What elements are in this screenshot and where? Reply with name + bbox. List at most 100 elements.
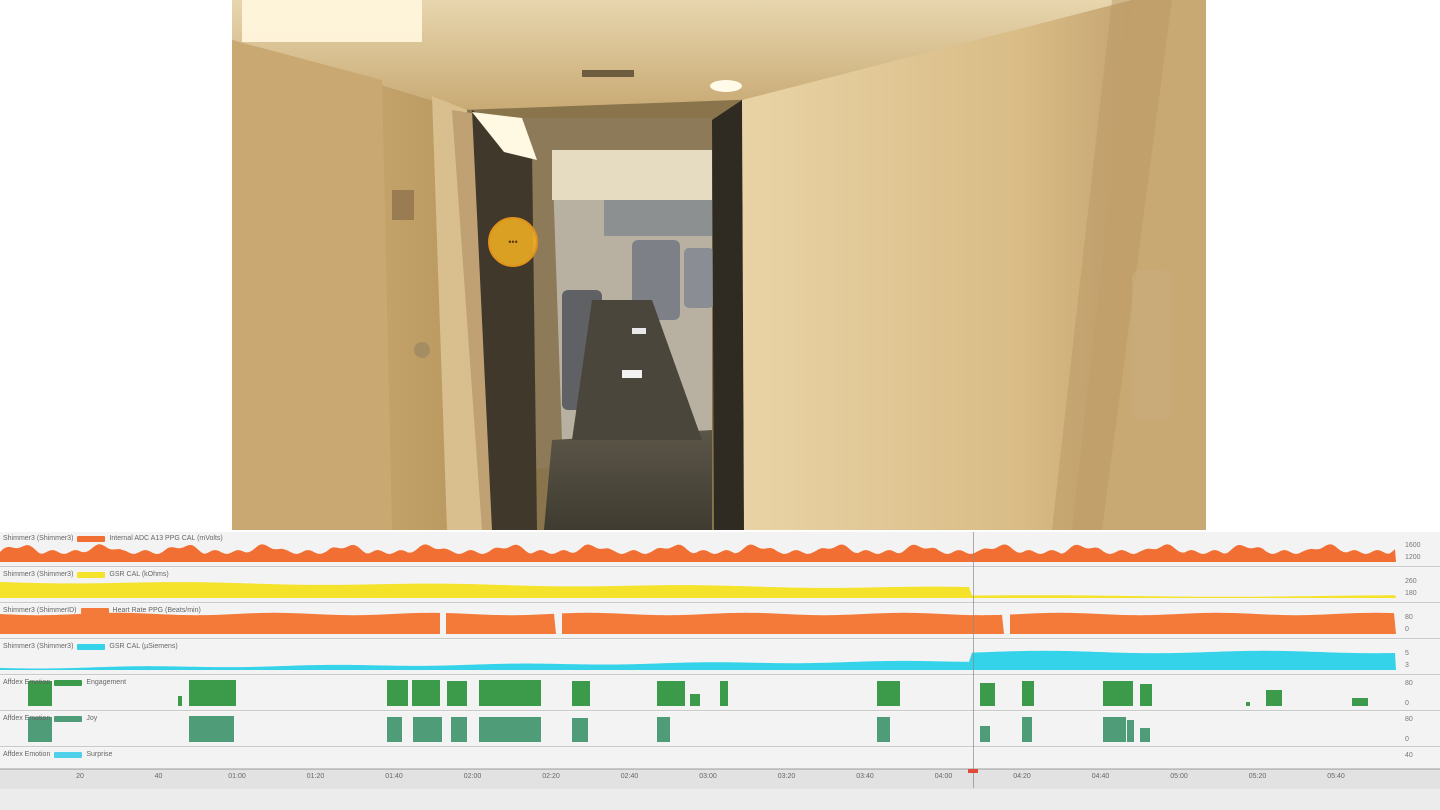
waveform-area [0,582,1396,598]
timeline-scrollbar[interactable] [0,789,1440,810]
emotion-bar [1022,681,1034,706]
scale-bottom: 180 [1405,590,1417,597]
emotion-bar [479,680,541,706]
track-series: Joy [86,715,98,722]
track-series: Heart Rate PPG (Beats/min) [112,607,201,614]
ruler-tick: 40 [154,773,163,780]
emotion-bar [1266,690,1282,706]
scale-top: 260 [1405,578,1417,585]
scale-bottom: 1200 [1405,554,1421,561]
emotion-bar [189,716,234,742]
track-series: Surprise [86,751,113,758]
emotion-bar [412,680,440,706]
emotion-bar [1140,684,1152,706]
track-device: Affdex Emotion [3,751,51,758]
waveform-area [562,612,1004,634]
video-frame[interactable]: ••• [232,0,1206,530]
scale-top: 80 [1405,680,1413,687]
ruler-tick: 05:00 [1170,773,1188,780]
track-label: Shimmer3 (Shimmer3) Internal ADC A13 PPG… [3,535,223,542]
waveform-area [1010,612,1396,634]
track-series: GSR CAL (µSiemens) [109,643,178,650]
track-label: Affdex Emotion Surprise [3,751,112,758]
time-ruler[interactable]: 20 40 01:00 01:20 01:40 02:00 02:20 02:40 03:00 0… [0,769,1440,790]
scale-bottom: 0 [1405,700,1409,707]
series-swatch [80,607,109,614]
emotion-bar [387,680,408,706]
track-device: Shimmer3 (Shimmer3) [3,643,74,650]
emotion-bar [447,681,467,706]
scale-top: 5 [1405,650,1409,657]
track-device: Shimmer3 (ShimmerID) [3,607,77,614]
scale-bottom: 0 [1405,736,1409,743]
scale-top: 80 [1405,716,1413,723]
emotion-bar [451,717,467,742]
track-surprise[interactable]: Affdex Emotion Surprise 40 [0,748,1440,769]
emotion-bar [572,681,590,706]
track-label: Shimmer3 (Shimmer3) GSR CAL (kOhms) [3,571,169,578]
joy-bars [28,716,1150,742]
emotion-bar [720,681,728,706]
track-device: Affdex Emotion [3,715,51,722]
track-device: Affdex Emotion [3,679,51,686]
track-label: Affdex Emotion Joy [3,715,97,722]
scale-bottom: 0 [1405,626,1409,633]
emotion-bar [1246,702,1250,706]
series-swatch [54,751,83,758]
emotion-bar [387,717,402,742]
emotion-bar [479,717,541,742]
ruler-tick: 05:20 [1248,773,1267,780]
gsr-usiemens-waveform [0,650,1396,670]
heart-rate-waveform [0,612,1396,634]
track-gsr-usiemens[interactable]: Shimmer3 (Shimmer3) GSR CAL (µSiemens) 5… [0,640,1440,675]
track-engagement[interactable]: Affdex Emotion Engagement 80 0 [0,676,1440,711]
track-device: Shimmer3 (Shimmer3) [3,571,74,578]
scale-top: 1600 [1405,542,1421,549]
playhead-marker[interactable] [968,769,978,773]
gaze-marker: ••• [488,217,538,267]
gsr-kohms-waveform [0,582,1396,598]
track-label: Shimmer3 (Shimmer3) GSR CAL (µSiemens) [3,643,178,650]
emotion-bar [189,680,236,706]
ruler-tick: 05:40 [1327,773,1345,780]
emotion-bar [1352,698,1368,706]
ruler-tick: 03:00 [699,773,717,780]
ruler-tick: 03:20 [777,773,796,780]
series-swatch [54,679,83,686]
ruler-tick: 02:00 [463,773,482,780]
emotion-bar [877,717,890,742]
scale-bottom: 3 [1405,662,1409,669]
track-gsr-kohms[interactable]: Shimmer3 (Shimmer3) GSR CAL (kOhms) 260 … [0,568,1440,603]
scale-top: 80 [1405,614,1413,621]
ruler-tick: 01:00 [228,773,246,780]
track-ppg[interactable]: Shimmer3 (Shimmer3) Internal ADC A13 PPG… [0,532,1440,567]
ruler-tick: 01:20 [306,773,325,780]
emotion-bar [980,683,995,706]
scale-top: 40 [1405,752,1413,759]
waveform-area [0,544,1396,562]
emotion-bar [1127,720,1134,742]
ruler-tick: 04:20 [1013,773,1031,780]
waveform-area [0,650,1396,670]
series-swatch [77,571,106,578]
track-heart-rate[interactable]: Shimmer3 (ShimmerID) Heart Rate PPG (Bea… [0,604,1440,639]
ruler-tick: 03:40 [856,773,874,780]
track-device: Shimmer3 (Shimmer3) [3,535,74,542]
gaze-marker-label: ••• [508,237,518,247]
emotion-bar [178,696,182,706]
ruler-tick: 02:40 [620,773,639,780]
emotion-bar [657,681,685,706]
train-corridor-scene [232,0,1206,530]
engagement-bars [28,680,1368,706]
sensor-timeline[interactable]: Shimmer3 (Shimmer3) Internal ADC A13 PPG… [0,532,1440,810]
series-swatch [77,643,106,650]
playback-cursor[interactable] [973,532,974,788]
ruler-tick: 02:20 [542,773,560,780]
track-label: Affdex Emotion Engagement [3,679,126,686]
emotion-bar [1022,717,1032,742]
series-swatch [54,715,83,722]
emotion-bar [690,694,700,706]
ruler-tick: 04:00 [934,773,953,780]
emotion-bar [657,717,670,742]
track-joy[interactable]: Affdex Emotion Joy 80 0 [0,712,1440,747]
